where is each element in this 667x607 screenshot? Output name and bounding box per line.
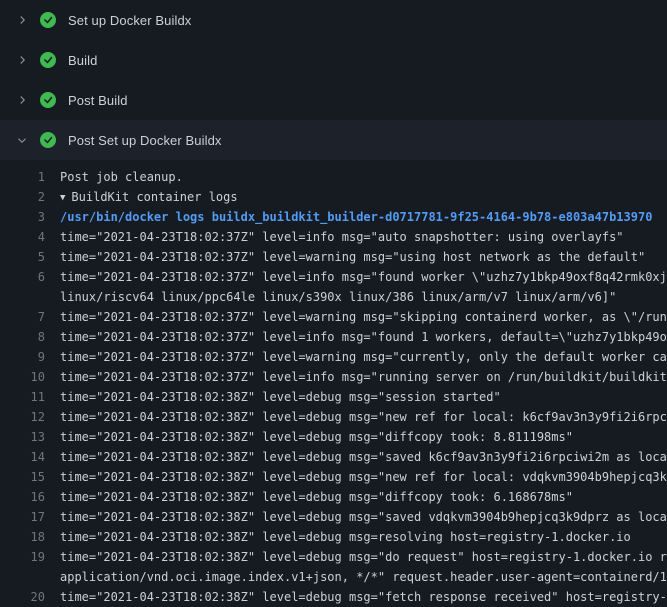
log-text: linux/riscv64 linux/ppc64le linux/s390x … — [60, 290, 616, 304]
line-number[interactable]: 9 — [14, 347, 45, 367]
log-text: ▼ BuildKit container logs — [60, 190, 238, 204]
log-line: 10 time="2021-04-23T18:02:37Z" level=info… — [0, 367, 667, 387]
log-line: 14 time="2021-04-23T18:02:38Z" level=debu… — [0, 447, 667, 467]
log-text: Post job cleanup. — [60, 170, 183, 184]
log-text: time="2021-04-23T18:02:38Z" level=debug … — [60, 450, 667, 464]
line-number[interactable]: 3 — [14, 207, 45, 227]
log-line: 18 time="2021-04-23T18:02:38Z" level=debu… — [0, 527, 667, 547]
log-text: time="2021-04-23T18:02:37Z" level=warnin… — [60, 310, 667, 324]
log-line: 6 time="2021-04-23T18:02:37Z" level=info … — [0, 267, 667, 287]
log-text: time="2021-04-23T18:02:38Z" level=debug … — [60, 430, 573, 444]
line-number[interactable]: 20 — [14, 587, 45, 607]
log-text: time="2021-04-23T18:02:37Z" level=warnin… — [60, 250, 645, 264]
log-text: time="2021-04-23T18:02:37Z" level=info m… — [60, 330, 667, 344]
line-number[interactable]: 18 — [14, 527, 45, 547]
log-line: 12 time="2021-04-23T18:02:38Z" level=debu… — [0, 407, 667, 427]
log-text: time="2021-04-23T18:02:38Z" level=debug … — [60, 490, 573, 504]
log-line: 19 time="2021-04-23T18:02:38Z" level=debu… — [0, 547, 667, 567]
log-line: 3/usr/bin/docker logs buildx_buildkit_bu… — [0, 207, 667, 227]
log-line: 16 time="2021-04-23T18:02:38Z" level=debu… — [0, 487, 667, 507]
log-line: 9 time="2021-04-23T18:02:37Z" level=warni… — [0, 347, 667, 367]
log-text: time="2021-04-23T18:02:38Z" level=debug … — [60, 530, 631, 544]
log-text: time="2021-04-23T18:02:38Z" level=debug … — [60, 470, 667, 484]
success-check-icon — [40, 12, 56, 28]
section-header[interactable]: Post Set up Docker Buildx — [0, 120, 667, 160]
line-number[interactable]: 7 — [14, 307, 45, 327]
log-line: 13 time="2021-04-23T18:02:38Z" level=debu… — [0, 427, 667, 447]
line-number[interactable]: 19 — [14, 547, 45, 567]
line-number[interactable]: 16 — [14, 487, 45, 507]
line-number[interactable]: 11 — [14, 387, 45, 407]
section-title: Build — [68, 53, 97, 68]
log-text: time="2021-04-23T18:02:37Z" level=info m… — [60, 370, 667, 384]
chevron-down-icon[interactable] — [14, 134, 30, 146]
section-title: Post Set up Docker Buildx — [68, 133, 222, 148]
line-number[interactable]: 6 — [14, 267, 45, 287]
log-line: 17 time="2021-04-23T18:02:38Z" level=debu… — [0, 507, 667, 527]
section-header[interactable]: Set up Docker Buildx — [0, 0, 667, 40]
line-number[interactable]: 14 — [14, 447, 45, 467]
section-header[interactable]: Build — [0, 40, 667, 80]
chevron-right-icon[interactable] — [14, 54, 30, 66]
log-text: time="2021-04-23T18:02:37Z" level=info m… — [60, 270, 667, 284]
line-number[interactable]: 8 — [14, 327, 45, 347]
log-text: time="2021-04-23T18:02:38Z" level=debug … — [60, 390, 501, 404]
log-text: time="2021-04-23T18:02:38Z" level=debug … — [60, 510, 667, 524]
line-number[interactable]: 2 — [14, 187, 45, 207]
log-line: application/vnd.oci.image.index.v1+json,… — [0, 567, 667, 587]
log-line: 5 time="2021-04-23T18:02:37Z" level=warni… — [0, 247, 667, 267]
success-check-icon — [40, 92, 56, 108]
line-number[interactable]: 1 — [14, 167, 45, 187]
log-line: 8 time="2021-04-23T18:02:37Z" level=info … — [0, 327, 667, 347]
log-text: application/vnd.oci.image.index.v1+json,… — [60, 570, 667, 584]
line-number[interactable]: 13 — [14, 427, 45, 447]
log-text: time="2021-04-23T18:02:37Z" level=warnin… — [60, 350, 667, 364]
log-line: 20 time="2021-04-23T18:02:38Z" level=debu… — [0, 587, 667, 607]
actions-log-viewer: Set up Docker Buildx Build Post Build — [0, 0, 667, 607]
log-text: time="2021-04-23T18:02:38Z" level=debug … — [60, 550, 667, 564]
log-line: 15 time="2021-04-23T18:02:38Z" level=debu… — [0, 467, 667, 487]
line-number[interactable]: 10 — [14, 367, 45, 387]
log-line: 11 time="2021-04-23T18:02:38Z" level=debu… — [0, 387, 667, 407]
chevron-right-icon[interactable] — [14, 94, 30, 106]
line-number[interactable]: 17 — [14, 507, 45, 527]
log-line: linux/riscv64 linux/ppc64le linux/s390x … — [0, 287, 667, 307]
log-area: 1 Post job cleanup. 2 ▼ BuildKit container … — [0, 160, 667, 607]
section-list: Set up Docker Buildx Build Post Build — [0, 0, 667, 160]
log-text: time="2021-04-23T18:02:38Z" level=debug … — [60, 410, 667, 424]
log-line: 1 Post job cleanup. — [0, 167, 667, 187]
group-label: BuildKit container logs — [71, 190, 237, 204]
log-line: 7 time="2021-04-23T18:02:37Z" level=warni… — [0, 307, 667, 327]
log-text: time="2021-04-23T18:02:38Z" level=debug … — [60, 590, 667, 604]
section-title: Set up Docker Buildx — [68, 13, 191, 28]
chevron-right-icon[interactable] — [14, 14, 30, 26]
log-text: /usr/bin/docker logs buildx_buildkit_bui… — [60, 210, 652, 224]
log-group-toggle[interactable]: 2 ▼ BuildKit container logs — [0, 187, 667, 207]
line-number[interactable]: 5 — [14, 247, 45, 267]
success-check-icon — [40, 52, 56, 68]
line-number[interactable]: 12 — [14, 407, 45, 427]
line-number[interactable]: 15 — [14, 467, 45, 487]
line-number[interactable]: 4 — [14, 227, 45, 247]
section-title: Post Build — [68, 93, 128, 108]
log-text: time="2021-04-23T18:02:37Z" level=info m… — [60, 230, 624, 244]
section-header[interactable]: Post Build — [0, 80, 667, 120]
log-line: 4 time="2021-04-23T18:02:37Z" level=info … — [0, 227, 667, 247]
success-check-icon — [40, 132, 56, 148]
triangle-down-icon: ▼ — [60, 193, 65, 203]
